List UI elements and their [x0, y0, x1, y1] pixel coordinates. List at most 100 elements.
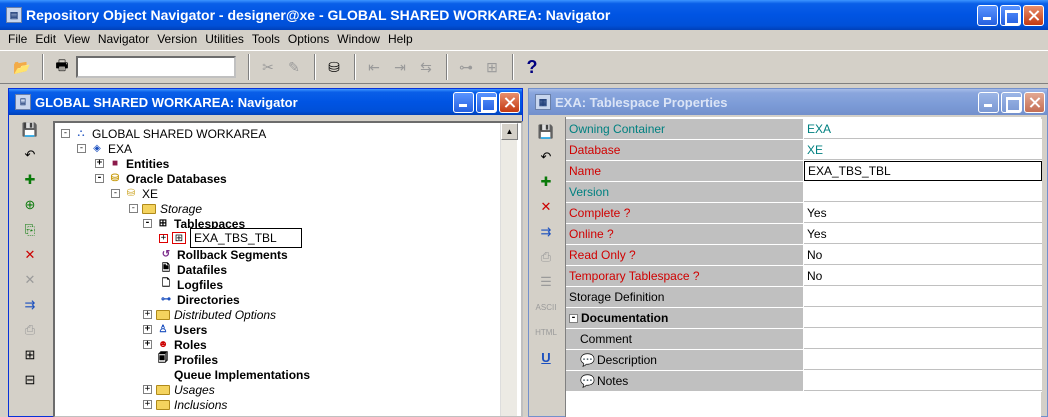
property-value[interactable] — [804, 350, 1042, 370]
save-icon[interactable]: 💾 — [19, 119, 41, 141]
check-in-icon[interactable]: ⇤ — [362, 55, 386, 79]
tree-node[interactable]: + Distributed Options — [143, 307, 276, 322]
property-value[interactable]: No — [804, 245, 1042, 265]
expand-icon[interactable]: + — [143, 325, 152, 334]
properties-maximize-button[interactable] — [1001, 91, 1022, 113]
expand-icon[interactable]: + — [143, 310, 152, 319]
minimize-button[interactable] — [977, 4, 998, 26]
menu-window[interactable]: Window — [333, 32, 384, 46]
collapse-icon[interactable]: - — [129, 204, 138, 213]
move-icon[interactable]: ⇉ — [535, 221, 557, 243]
scroll-up-arrow-icon[interactable]: ▲ — [501, 123, 518, 140]
property-group-row[interactable]: - Documentation — [566, 308, 1042, 329]
text-icon[interactable]: ☰ — [535, 271, 557, 293]
tree-node[interactable]: ↺ Rollback Segments — [159, 247, 288, 262]
tree-node[interactable]: - Storage — [129, 201, 202, 216]
tree-node[interactable]: 🗐 Profiles — [156, 352, 218, 367]
html-icon[interactable]: HTML — [535, 321, 557, 343]
tree-node[interactable]: + ♙ Users — [143, 322, 207, 337]
property-value[interactable]: EXA — [804, 119, 1042, 139]
delete-icon[interactable]: ✕ — [19, 244, 41, 266]
collapse-icon[interactable]: - — [143, 219, 152, 228]
main-title-bar[interactable]: ▤ Repository Object Navigator - designer… — [0, 0, 1048, 30]
property-row[interactable]: Complete ? Yes — [566, 203, 1042, 224]
expand-icon[interactable]: + — [143, 400, 152, 409]
tree-node[interactable]: 🗎 Datafiles — [159, 262, 227, 277]
query-icon[interactable]: ⛁ — [322, 55, 346, 79]
vertical-scrollbar[interactable]: ▲ — [500, 123, 518, 416]
move-icon[interactable]: ⇉ — [19, 294, 41, 316]
navigator-minimize-button[interactable] — [453, 91, 474, 113]
open-folder-icon[interactable]: 📂 — [10, 55, 34, 79]
collapse-icon[interactable]: - — [95, 174, 104, 183]
maximize-button[interactable] — [1000, 4, 1021, 26]
tree-node[interactable]: + Inclusions — [143, 397, 227, 412]
collapse-icon[interactable]: ⊟ — [19, 369, 41, 391]
navigator-close-button[interactable] — [499, 91, 520, 113]
menu-file[interactable]: File — [4, 32, 31, 46]
property-value[interactable]: XE — [804, 140, 1042, 160]
hierarchy-icon[interactable]: ⊶ — [454, 55, 478, 79]
tree-node[interactable]: ⊶ Directories — [159, 292, 240, 307]
name-field[interactable]: EXA_TBS_TBL — [804, 161, 1042, 181]
print-icon[interactable]: 🖶 — [50, 55, 74, 79]
property-value[interactable]: Yes — [804, 224, 1042, 244]
menu-help[interactable]: Help — [384, 32, 417, 46]
navigator-title-bar[interactable]: ⌸ GLOBAL SHARED WORKAREA: Navigator — [9, 89, 522, 115]
menu-navigator[interactable]: Navigator — [94, 32, 153, 46]
properties-close-button[interactable] — [1024, 91, 1045, 113]
property-row[interactable]: Version — [566, 182, 1042, 203]
menu-tools[interactable]: Tools — [248, 32, 284, 46]
wand-icon[interactable]: ✎ — [282, 55, 306, 79]
print-preview-icon[interactable]: ⎙ — [19, 319, 41, 341]
close-button[interactable] — [1023, 4, 1044, 26]
tree-node[interactable]: - ⛁ XE — [111, 186, 158, 201]
tool-icon[interactable]: ✂ — [256, 55, 280, 79]
delete-association-icon[interactable]: ✕ — [19, 269, 41, 291]
property-row[interactable]: Read Only ? No — [566, 245, 1042, 266]
property-row[interactable]: 💬 Description — [566, 350, 1042, 371]
property-row[interactable]: Comment — [566, 329, 1042, 350]
expand-icon[interactable]: + — [95, 159, 104, 168]
print-icon[interactable]: ⎙ — [535, 246, 557, 268]
properties-minimize-button[interactable] — [978, 91, 999, 113]
property-row[interactable]: 💬 Notes — [566, 371, 1042, 392]
menu-options[interactable]: Options — [284, 32, 333, 46]
create-association-icon[interactable]: ⊕ — [19, 194, 41, 216]
property-row[interactable]: Online ? Yes — [566, 224, 1042, 245]
property-value[interactable]: Yes — [804, 203, 1042, 223]
tree-node[interactable]: - ⛁ Oracle Databases — [95, 171, 227, 186]
menu-edit[interactable]: Edit — [31, 32, 60, 46]
ascii-icon[interactable]: ASCII — [535, 296, 557, 318]
property-value[interactable] — [804, 329, 1042, 349]
property-row[interactable]: Name EXA_TBS_TBL — [566, 161, 1042, 182]
compare-icon[interactable]: ⇆ — [414, 55, 438, 79]
rename-input[interactable]: EXA_TBS_TBL — [190, 228, 302, 248]
delete-icon[interactable]: ✕ — [535, 196, 557, 218]
property-row[interactable]: Owning Container EXA — [566, 119, 1042, 140]
save-icon[interactable]: 💾 — [535, 121, 557, 143]
property-value[interactable] — [804, 182, 1042, 202]
collapse-icon[interactable]: - — [569, 313, 578, 323]
expand-icon[interactable]: + — [143, 385, 152, 394]
expand-icon[interactable]: + — [143, 340, 152, 349]
menu-view[interactable]: View — [60, 32, 94, 46]
underline-icon[interactable]: U — [535, 346, 557, 368]
tree-node[interactable]: 🗋 Logfiles — [159, 277, 223, 292]
collapse-icon[interactable]: - — [77, 144, 86, 153]
collapse-icon[interactable]: - — [61, 129, 70, 138]
copy-icon[interactable]: ⎘ — [19, 219, 41, 241]
property-row[interactable]: Temporary Tablespace ? No — [566, 266, 1042, 287]
revert-icon[interactable]: ↶ — [535, 146, 557, 168]
tree-node[interactable]: - ⛬ GLOBAL SHARED WORKAREA — [61, 126, 266, 141]
tree-node-selected[interactable]: + ⊞ EXA_TBS_TBL — [159, 227, 302, 249]
property-value[interactable] — [804, 287, 1042, 307]
property-row[interactable]: Database XE — [566, 140, 1042, 161]
revert-icon[interactable]: ↶ — [19, 144, 41, 166]
tree-node[interactable]: + ■ Entities — [95, 156, 169, 171]
tree-node[interactable]: - ◈ EXA — [77, 141, 132, 156]
tree-node[interactable]: + ☻ Roles — [143, 337, 207, 352]
navigator-maximize-button[interactable] — [476, 91, 497, 113]
property-value[interactable]: No — [804, 266, 1042, 286]
create-icon[interactable]: ✚ — [535, 171, 557, 193]
